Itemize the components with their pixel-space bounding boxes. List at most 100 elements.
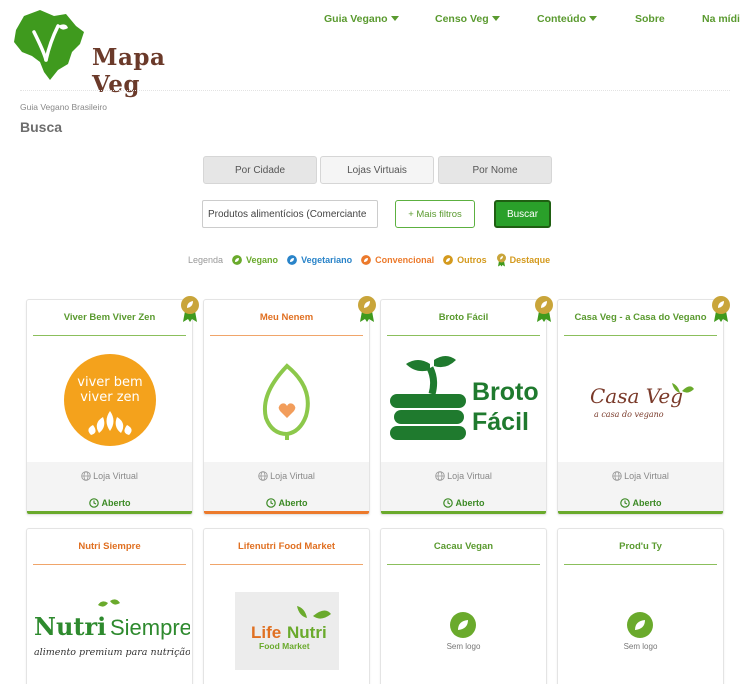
open-status: Aberto bbox=[204, 498, 369, 508]
category-search-input[interactable] bbox=[202, 200, 378, 228]
legend-destaque: Destaque bbox=[496, 253, 550, 267]
category-bar bbox=[558, 511, 723, 514]
breadcrumb[interactable]: Guia Vegano Brasileiro bbox=[20, 102, 107, 112]
card-divider bbox=[33, 564, 186, 565]
tab-por-nome[interactable]: Por Nome bbox=[438, 156, 552, 184]
leaf-icon bbox=[287, 255, 298, 265]
store-name[interactable]: Lifenutri Food Market bbox=[204, 541, 369, 552]
no-logo-text: Sem logo bbox=[623, 641, 658, 651]
store-name[interactable]: Prod'u Ty bbox=[558, 541, 723, 552]
leaf-icon bbox=[450, 611, 477, 638]
store-logo-area: viver bem viver zen bbox=[27, 344, 192, 456]
nav-censo-veg[interactable]: Censo Veg bbox=[435, 13, 500, 25]
store-card[interactable]: Viver Bem Viver Zen viver bem viver zen … bbox=[26, 299, 193, 515]
nav-label: Na mídia bbox=[702, 13, 740, 25]
legend-text: Vegano bbox=[246, 255, 279, 265]
globe-icon bbox=[258, 471, 268, 481]
store-logo-area: Life Nutri Food Market bbox=[204, 573, 369, 684]
card-meta: Loja Virtual Aberto bbox=[558, 462, 723, 514]
card-meta: Loja Virtual Aberto bbox=[204, 462, 369, 514]
clock-icon bbox=[265, 498, 276, 508]
store-type: Loja Virtual bbox=[27, 471, 192, 481]
open-status: Aberto bbox=[381, 498, 546, 508]
nav-label: Sobre bbox=[635, 13, 665, 25]
store-type-label: Loja Virtual bbox=[447, 471, 492, 481]
nav-conteudo[interactable]: Conteúdo bbox=[537, 13, 597, 25]
main-nav: Guia Vegano Censo Veg Conteúdo Sobre Na … bbox=[300, 13, 740, 27]
leaf-icon bbox=[627, 611, 654, 638]
store-name[interactable]: Nutri Siempre bbox=[27, 541, 192, 552]
legend-text: Outros bbox=[457, 255, 487, 265]
logo-line-2: Nutri bbox=[287, 623, 327, 642]
logo-line-1: Casa Veg bbox=[590, 384, 683, 408]
card-meta: Loja Virtual Aberto bbox=[381, 462, 546, 514]
mapa-veg-logo[interactable]: Mapa Veg bbox=[10, 8, 190, 98]
logo-line-1: viver bem bbox=[77, 375, 142, 390]
nav-label: Censo Veg bbox=[435, 13, 489, 25]
meu-nenem-logo bbox=[262, 363, 310, 440]
status-label: Aberto bbox=[101, 498, 131, 508]
store-name[interactable]: Casa Veg - a Casa do Vegano bbox=[558, 312, 723, 323]
store-card[interactable]: Lifenutri Food Market Life Nutri Food Ma… bbox=[203, 528, 370, 684]
more-filters-button[interactable]: + Mais filtros bbox=[395, 200, 475, 228]
store-logo-area: Sem logo bbox=[381, 573, 546, 684]
store-type: Loja Virtual bbox=[558, 471, 723, 481]
store-name[interactable]: Cacau Vegan bbox=[381, 541, 546, 552]
category-bar bbox=[381, 511, 546, 514]
logo-line-2: Fácil bbox=[472, 408, 529, 436]
store-name[interactable]: Viver Bem Viver Zen bbox=[27, 312, 192, 323]
legend: Legenda Vegano Vegetariano Convencional … bbox=[188, 253, 559, 267]
category-bar bbox=[204, 511, 369, 514]
card-divider bbox=[210, 564, 363, 565]
card-divider bbox=[564, 564, 717, 565]
store-name[interactable]: Meu Nenem bbox=[204, 312, 369, 323]
broto-facil-logo: Broto Fácil bbox=[389, 356, 538, 440]
award-badge-icon bbox=[535, 296, 553, 322]
no-logo-placeholder: Sem logo bbox=[447, 611, 480, 651]
tab-lojas-virtuais[interactable]: Lojas Virtuais bbox=[320, 156, 434, 184]
legend-convencional: Convencional bbox=[361, 255, 434, 265]
viver-bem-viver-zen-logo: viver bem viver zen bbox=[63, 354, 156, 446]
store-card[interactable]: Meu Nenem Loja Virtual Aberto bbox=[203, 299, 370, 515]
card-divider bbox=[33, 335, 186, 336]
search-button[interactable]: Buscar bbox=[494, 200, 551, 228]
status-label: Aberto bbox=[455, 498, 485, 508]
leaf-icon bbox=[232, 255, 243, 265]
casa-veg-logo: Casa Veg a casa do vegano bbox=[590, 383, 694, 419]
globe-icon bbox=[81, 471, 91, 481]
legend-label: Legenda bbox=[188, 255, 224, 265]
store-card[interactable]: Broto Fácil Broto Fácil Loja Virtual Abe… bbox=[380, 299, 547, 515]
card-divider bbox=[387, 335, 540, 336]
logo-tagline: alimento premium para nutrição! bbox=[34, 647, 190, 658]
globe-icon bbox=[435, 471, 445, 481]
nav-guia-vegano[interactable]: Guia Vegano bbox=[324, 13, 399, 25]
legend-text: Convencional bbox=[375, 255, 435, 265]
leaf-icon bbox=[361, 255, 372, 265]
store-type: Loja Virtual bbox=[381, 471, 546, 481]
header-divider bbox=[20, 90, 730, 91]
award-badge-icon bbox=[358, 296, 376, 322]
store-type: Loja Virtual bbox=[204, 471, 369, 481]
legend-outros: Outros bbox=[443, 255, 487, 265]
nav-na-midia[interactable]: Na mídia bbox=[702, 13, 740, 25]
store-type-label: Loja Virtual bbox=[93, 471, 138, 481]
store-card[interactable]: Cacau Vegan Sem logo bbox=[380, 528, 547, 684]
chevron-down-icon bbox=[390, 16, 399, 21]
store-logo-area: Nutri Siempre alimento premium para nutr… bbox=[27, 573, 192, 684]
logo-line-2: viver zen bbox=[80, 390, 140, 405]
award-badge-icon bbox=[496, 253, 506, 267]
store-card[interactable]: Prod'u Ty Sem logo bbox=[557, 528, 724, 684]
store-card[interactable]: Casa Veg - a Casa do Vegano Casa Veg a c… bbox=[557, 299, 724, 515]
logo-line-2: Siempre bbox=[110, 615, 190, 640]
card-meta: Loja Virtual Aberto bbox=[27, 462, 192, 514]
nav-sobre[interactable]: Sobre bbox=[635, 13, 665, 25]
tab-por-cidade[interactable]: Por Cidade bbox=[203, 156, 317, 184]
store-card[interactable]: Nutri Siempre Nutri Siempre alimento pre… bbox=[26, 528, 193, 684]
brazil-map-icon bbox=[14, 10, 84, 80]
store-logo-area: Casa Veg a casa do vegano bbox=[558, 344, 723, 456]
store-name[interactable]: Broto Fácil bbox=[381, 312, 546, 323]
chevron-down-icon bbox=[589, 16, 597, 21]
category-bar bbox=[27, 511, 192, 514]
store-logo-area: Broto Fácil bbox=[381, 344, 546, 456]
logo-tagline: Food Market bbox=[259, 641, 310, 651]
